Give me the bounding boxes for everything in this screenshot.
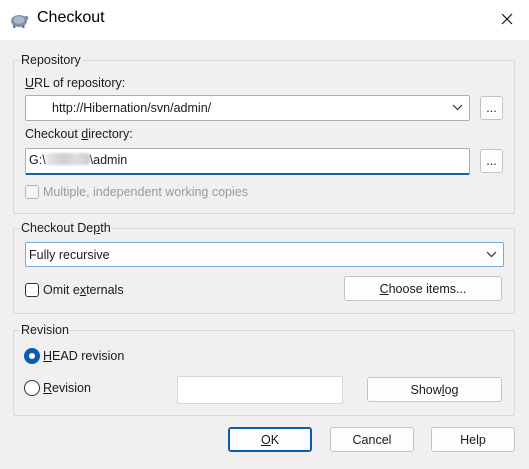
close-button[interactable] — [484, 0, 529, 38]
url-combobox[interactable]: http://Hibernation/svn/admin/ — [25, 95, 470, 121]
multiple-working-copies-label: Multiple, independent working copies — [43, 185, 248, 199]
checkout-depth-group — [13, 228, 515, 314]
revision-label: Revision — [43, 381, 91, 395]
checkout-directory-label: Checkout directory: — [25, 127, 133, 141]
dir-value-prefix: G:\ — [29, 153, 46, 167]
checkout-directory-input[interactable]: G:\ \admin — [25, 148, 470, 175]
url-label: URL of repository: — [25, 76, 126, 90]
multiple-working-copies-checkbox[interactable] — [25, 185, 39, 199]
head-revision-radio[interactable] — [24, 348, 40, 364]
show-log-button[interactable]: Show l og — [367, 377, 502, 402]
title-bar: Checkout — [0, 0, 529, 40]
depth-select[interactable]: Fully recursive — [25, 242, 504, 267]
tortoisesvn-icon — [11, 15, 29, 28]
directory-browse-button[interactable]: ... — [480, 149, 503, 173]
choose-items-button[interactable]: Choose items... — [344, 276, 502, 301]
cancel-button[interactable]: Cancel — [330, 427, 414, 452]
revision-input[interactable] — [177, 376, 343, 404]
url-value: http://Hibernation/svn/admin/ — [52, 101, 212, 115]
head-revision-label: HEAD revision — [43, 349, 125, 363]
omit-externals-checkbox[interactable] — [25, 283, 39, 297]
close-icon — [501, 13, 512, 25]
revision-radio[interactable] — [24, 380, 40, 396]
help-button[interactable]: Help — [431, 427, 515, 452]
ok-button[interactable]: OK — [228, 427, 312, 452]
depth-selected-value: Fully recursive — [29, 248, 110, 262]
checkout-depth-group-label: Checkout Depth — [20, 221, 112, 235]
url-browse-button[interactable]: ... — [480, 96, 503, 120]
dir-value-suffix: \admin — [89, 153, 128, 167]
window-title: Checkout — [37, 9, 105, 26]
chevron-down-icon[interactable] — [486, 251, 497, 258]
repository-group-label: Repository — [20, 53, 82, 67]
chevron-down-icon[interactable] — [452, 104, 463, 111]
redacted-text — [45, 153, 90, 165]
omit-externals-label: Omit externals — [43, 283, 124, 297]
revision-group-label: Revision — [20, 323, 70, 337]
